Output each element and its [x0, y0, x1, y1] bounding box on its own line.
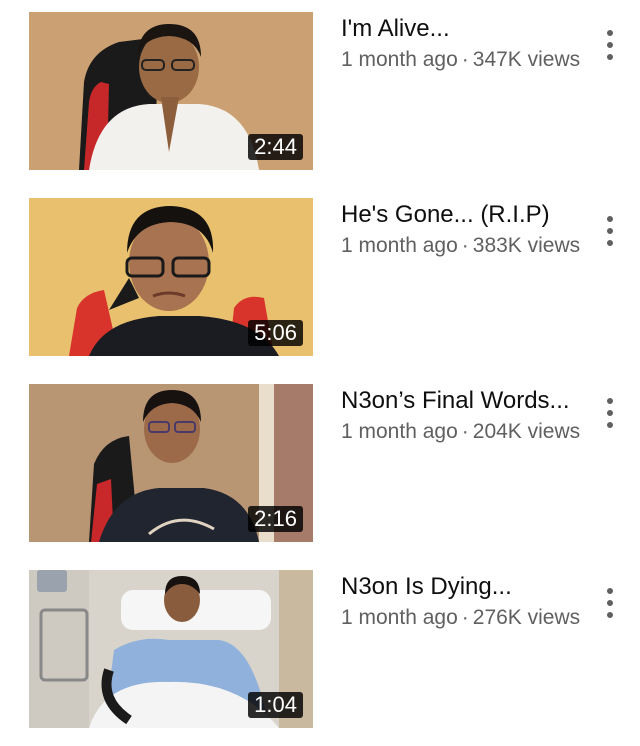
more-vert-icon[interactable]	[598, 216, 622, 250]
video-title[interactable]: He's Gone... (R.I.P)	[341, 200, 596, 230]
video-title[interactable]: N3on Is Dying...	[341, 572, 596, 602]
video-thumbnail[interactable]: 2:44	[29, 12, 313, 170]
video-stats: 1 month ago · 204K views	[341, 417, 596, 447]
video-age: 1 month ago	[341, 48, 458, 71]
more-vert-icon[interactable]	[598, 398, 622, 432]
meta-separator: ·	[461, 234, 469, 257]
video-item[interactable]: 1:04 N3on Is Dying... 1 month ago · 276K v…	[0, 570, 640, 730]
video-meta: N3on Is Dying... 1 month ago · 276K views	[341, 572, 596, 633]
video-duration: 1:04	[248, 692, 303, 718]
video-title[interactable]: I'm Alive...	[341, 14, 596, 44]
meta-separator: ·	[461, 420, 469, 443]
video-item[interactable]: 2:44 I'm Alive... 1 month ago · 347K views	[0, 12, 640, 172]
video-title[interactable]: N3on’s Final Words...	[341, 386, 596, 416]
video-thumbnail[interactable]: 5:06	[29, 198, 313, 356]
more-vert-icon[interactable]	[598, 30, 622, 64]
video-meta: He's Gone... (R.I.P) 1 month ago · 383K vi…	[341, 200, 596, 261]
video-duration: 2:44	[248, 134, 303, 160]
meta-separator: ·	[461, 606, 469, 629]
video-duration: 5:06	[248, 320, 303, 346]
video-age: 1 month ago	[341, 420, 458, 443]
video-age: 1 month ago	[341, 234, 458, 257]
video-stats: 1 month ago · 347K views	[341, 45, 596, 75]
video-duration: 2:16	[248, 506, 303, 532]
meta-separator: ·	[461, 48, 469, 71]
video-stats: 1 month ago · 276K views	[341, 603, 596, 633]
video-views: 276K views	[472, 606, 581, 629]
video-item[interactable]: 2:16 N3on’s Final Words... 1 month ago · 2…	[0, 384, 640, 544]
video-views: 347K views	[472, 48, 581, 71]
video-views: 204K views	[472, 420, 581, 443]
video-meta: N3on’s Final Words... 1 month ago · 204K v…	[341, 386, 596, 447]
video-item[interactable]: 5:06 He's Gone... (R.I.P) 1 month ago · 38…	[0, 198, 640, 358]
video-meta: I'm Alive... 1 month ago · 347K views	[341, 14, 596, 75]
video-age: 1 month ago	[341, 606, 458, 629]
video-stats: 1 month ago · 383K views	[341, 231, 596, 261]
video-views: 383K views	[472, 234, 581, 257]
video-thumbnail[interactable]: 1:04	[29, 570, 313, 728]
video-thumbnail[interactable]: 2:16	[29, 384, 313, 542]
more-vert-icon[interactable]	[598, 588, 622, 622]
